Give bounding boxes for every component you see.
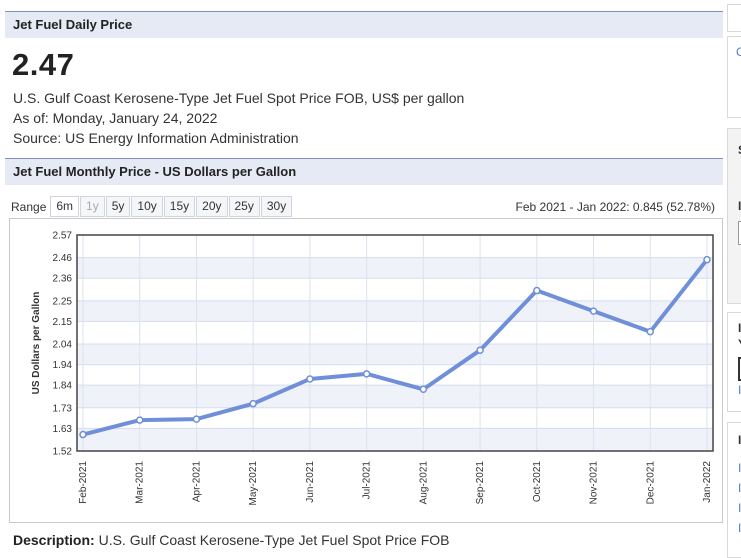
- range-button-5y[interactable]: 5y: [105, 196, 131, 217]
- y-tick-label: 2.57: [53, 231, 73, 242]
- y-tick-label: 1.84: [53, 381, 73, 392]
- data-point: [192, 415, 201, 423]
- y-tick-label: 2.25: [53, 296, 73, 307]
- data-point: [306, 375, 314, 383]
- range-label: Range: [11, 199, 47, 214]
- x-tick-label: Mar-2021: [135, 461, 146, 504]
- range-button-20y[interactable]: 20y: [196, 196, 228, 217]
- x-tick-label: May-2021: [248, 461, 259, 506]
- plot-band: [77, 344, 713, 365]
- y-tick-label: 2.46: [53, 253, 73, 264]
- sidebar-box-3: S I: [727, 128, 741, 304]
- y-tick-label: 2.15: [53, 317, 73, 328]
- y-tick-label: 1.52: [53, 447, 73, 458]
- y-tick-label: 1.63: [53, 424, 73, 435]
- x-tick-label: Feb-2021: [78, 461, 89, 504]
- y-tick-label: 1.73: [53, 403, 73, 414]
- y-tick-label: 1.94: [53, 360, 73, 371]
- chart-description: Description: U.S. Gulf Coast Kerosene-Ty…: [13, 532, 450, 548]
- plot-band: [77, 278, 713, 301]
- sidebar-letter: C: [736, 45, 741, 59]
- data-point: [589, 307, 598, 315]
- x-tick-label: Nov-2021: [589, 461, 600, 505]
- range-button-15y[interactable]: 15y: [163, 196, 196, 217]
- price-description: U.S. Gulf Coast Kerosene-Type Jet Fuel S…: [13, 90, 465, 106]
- x-tick-label: Apr-2021: [191, 461, 202, 503]
- range-summary: Feb 2021 - Jan 2022: 0.845 (52.78%): [515, 200, 715, 214]
- data-point: [419, 385, 428, 394]
- price-source: Source: US Energy Information Administra…: [13, 130, 299, 146]
- range-button-30y[interactable]: 30y: [260, 196, 293, 217]
- plot-band: [77, 257, 713, 279]
- x-tick-label: Jul-2021: [362, 461, 373, 500]
- sidebar-box-4: I Y I: [727, 312, 741, 412]
- data-point: [135, 416, 144, 424]
- x-tick-label: Aug-2021: [418, 461, 429, 505]
- daily-price-header: Jet Fuel Daily Price: [5, 11, 723, 38]
- data-point: [703, 255, 711, 264]
- chart-frame: 1.52 1.63 1.73 1.84 1.94 2.04 2.15 2.25 2.36 2.46…: [9, 218, 723, 523]
- range-button-6m[interactable]: 6m: [50, 196, 80, 217]
- data-point: [476, 346, 484, 354]
- description-text: U.S. Gulf Coast Kerosene-Type Jet Fuel S…: [98, 532, 450, 548]
- range-button-10y[interactable]: 10y: [131, 196, 163, 217]
- plot-band: [77, 428, 713, 451]
- data-point: [362, 370, 371, 378]
- sidebar-box-1: [727, 4, 741, 32]
- plot-band: [77, 385, 713, 408]
- range-button-1y[interactable]: 1y: [80, 196, 105, 217]
- data-point: [79, 430, 87, 439]
- range-selector: Range 6m 1y 5y 10y 15y 20y 25y 30y: [11, 196, 293, 217]
- plot-band: [77, 321, 713, 345]
- plot-band: [77, 235, 713, 258]
- y-tick-label: 2.04: [53, 340, 73, 351]
- as-of-date: As of: Monday, January 24, 2022: [13, 110, 218, 126]
- data-point: [533, 286, 541, 295]
- daily-price-value: 2.47: [12, 47, 75, 82]
- range-button-25y[interactable]: 25y: [228, 196, 260, 217]
- description-label: Description:: [13, 532, 95, 548]
- sidebar-box-5: I I I I I: [727, 422, 741, 558]
- monthly-price-header: Jet Fuel Monthly Price - US Dollars per …: [5, 158, 723, 185]
- price-line-chart: 1.52 1.63 1.73 1.84 1.94 2.04 2.15 2.25 2.36 2.46…: [31, 231, 714, 506]
- x-tick-label: Oct-2021: [532, 461, 543, 503]
- main-panel: Jet Fuel Daily Price 2.47 U.S. Gulf Coas…: [5, 0, 723, 558]
- sidebar-box-2: C: [727, 36, 741, 118]
- x-tick-label: Jan-2022: [702, 461, 713, 503]
- x-tick-label: Jun-2021: [305, 461, 316, 503]
- data-point: [249, 399, 257, 408]
- y-axis-label: US Dollars per Gallon: [31, 292, 42, 395]
- data-point: [646, 327, 655, 336]
- x-tick-label: Sep-2021: [475, 461, 486, 505]
- y-tick-label: 2.36: [53, 274, 73, 285]
- x-tick-label: Dec-2021: [645, 461, 656, 505]
